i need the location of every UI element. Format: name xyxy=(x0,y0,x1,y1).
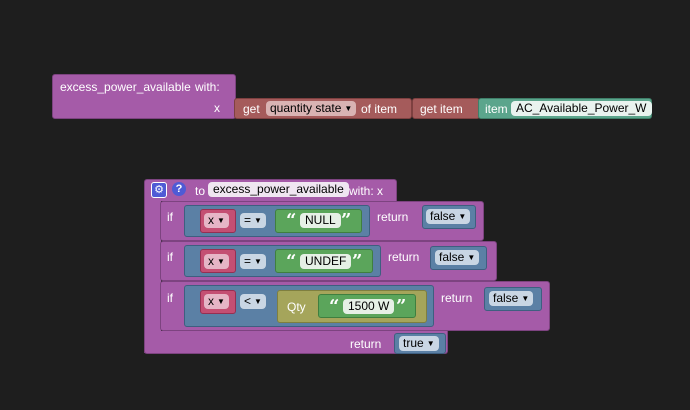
final-boolean-dropdown[interactable]: true ▼ xyxy=(399,336,439,351)
final-return-label: return xyxy=(350,337,382,351)
operator-dropdown-3[interactable]: < ▼ xyxy=(240,294,266,309)
variable-value-3: x xyxy=(208,294,214,308)
final-boolean-value: true xyxy=(403,336,424,350)
boolean-value-1: false xyxy=(430,209,456,223)
dropdown-arrow-icon: ▼ xyxy=(467,253,476,262)
dropdown-arrow-icon: ▼ xyxy=(521,294,530,303)
boolean-dropdown-1[interactable]: false ▼ xyxy=(426,209,471,224)
return-label-2: return xyxy=(388,250,420,264)
variable-dropdown-3[interactable]: x ▼ xyxy=(204,294,229,309)
call-function-param-label: x xyxy=(214,101,220,115)
boolean-dropdown-2[interactable]: false ▼ xyxy=(435,250,480,265)
get-label: get xyxy=(243,102,260,116)
open-quote-icon: “ xyxy=(329,296,340,317)
operator-value-1: = xyxy=(244,213,252,227)
open-quote-icon: “ xyxy=(286,210,297,231)
dropdown-arrow-icon: ▼ xyxy=(254,257,262,266)
variable-value-1: x xyxy=(208,213,214,227)
text-value-1[interactable]: NULL xyxy=(300,213,341,228)
question-icon[interactable]: ? xyxy=(172,182,186,196)
call-function-with-label: with: xyxy=(195,80,220,94)
dropdown-arrow-icon: ▼ xyxy=(344,104,353,113)
boolean-dropdown-3[interactable]: false ▼ xyxy=(489,291,534,306)
text-value-3[interactable]: 1500 W xyxy=(343,299,395,314)
operator-dropdown-2[interactable]: = ▼ xyxy=(240,254,266,269)
procedure-with-label: with: x xyxy=(349,184,384,198)
call-function-name: excess_power_available xyxy=(60,80,191,94)
to-label: to xyxy=(195,184,206,198)
dropdown-arrow-icon: ▼ xyxy=(458,212,467,221)
of-item-label: of item xyxy=(361,102,398,116)
operator-dropdown-1[interactable]: = ▼ xyxy=(240,213,266,228)
operator-value-2: = xyxy=(244,254,252,268)
dropdown-arrow-icon: ▼ xyxy=(426,339,435,348)
variable-value-2: x xyxy=(208,254,214,268)
get-item-label: get item xyxy=(420,102,463,116)
boolean-value-2: false xyxy=(439,250,465,264)
close-quote-icon: ” xyxy=(352,251,363,272)
boolean-value-3: false xyxy=(493,291,519,305)
dropdown-arrow-icon: ▼ xyxy=(254,216,262,225)
if-label-3: if xyxy=(167,291,173,305)
text-value-2[interactable]: UNDEF xyxy=(300,254,352,269)
item-name-field[interactable]: AC_Available_Power_W xyxy=(511,101,652,116)
close-quote-icon: ” xyxy=(341,210,352,231)
qty-label: Qty xyxy=(287,300,306,314)
return-label-1: return xyxy=(377,210,409,224)
quantity-state-dropdown-value: quantity state xyxy=(270,101,342,115)
procedure-name-field[interactable]: excess_power_available xyxy=(208,182,349,197)
dropdown-arrow-icon: ▼ xyxy=(217,216,225,225)
operator-value-3: < xyxy=(244,294,252,308)
gear-icon[interactable]: ⚙ xyxy=(151,182,167,198)
variable-dropdown-1[interactable]: x ▼ xyxy=(204,213,229,228)
return-label-3: return xyxy=(441,291,473,305)
dropdown-arrow-icon: ▼ xyxy=(217,297,225,306)
item-label: item xyxy=(485,102,508,116)
close-quote-icon: ” xyxy=(396,296,407,317)
open-quote-icon: “ xyxy=(286,251,297,272)
if-label-2: if xyxy=(167,250,173,264)
if-label-1: if xyxy=(167,210,173,224)
variable-dropdown-2[interactable]: x ▼ xyxy=(204,254,229,269)
procedure-body-spine xyxy=(144,199,161,353)
quantity-state-dropdown[interactable]: quantity state ▼ xyxy=(266,101,357,116)
dropdown-arrow-icon: ▼ xyxy=(217,257,225,266)
dropdown-arrow-icon: ▼ xyxy=(254,297,262,306)
